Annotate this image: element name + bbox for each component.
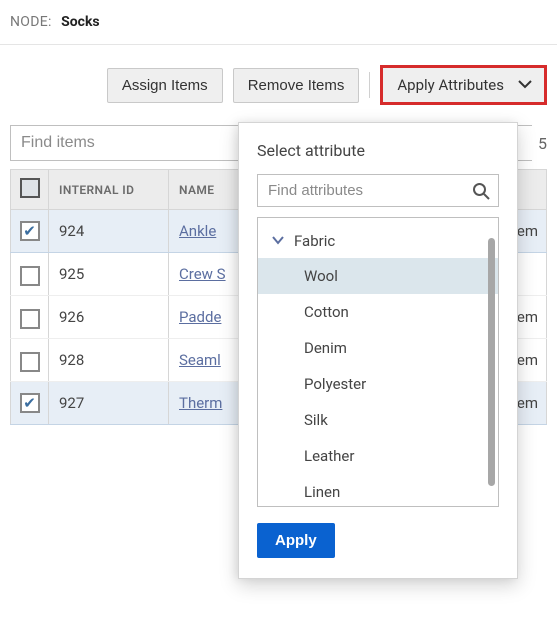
cell-right-trunc: em <box>517 308 538 326</box>
attribute-group[interactable]: Fabric <box>258 224 498 258</box>
row-checkbox-cell[interactable] <box>11 296 49 339</box>
row-checkbox[interactable] <box>20 352 40 372</box>
attribute-search-input[interactable] <box>266 181 472 200</box>
row-checkbox-cell[interactable] <box>11 382 49 425</box>
attribute-group-label: Fabric <box>294 232 335 250</box>
find-items-right-trunc: 5 <box>532 125 547 161</box>
col-internal-id[interactable]: INTERNAL ID <box>49 170 169 210</box>
item-name-link[interactable]: Crew S <box>179 265 226 283</box>
attribute-option[interactable]: Polyester <box>258 366 498 402</box>
cell-internal-id: 926 <box>49 296 169 339</box>
attribute-tree: Fabric WoolCottonDenimPolyesterSilkLeath… <box>257 217 499 507</box>
search-icon <box>472 182 490 200</box>
row-checkbox[interactable] <box>20 393 40 413</box>
attribute-option[interactable]: Silk <box>258 402 498 438</box>
toolbar: Assign Items Remove Items Apply Attribut… <box>0 45 557 125</box>
cell-right-trunc: em <box>517 394 538 412</box>
row-checkbox[interactable] <box>20 266 40 286</box>
row-checkbox-cell[interactable] <box>11 210 49 253</box>
attribute-option[interactable]: Denim <box>258 330 498 366</box>
popover-title: Select attribute <box>257 141 499 160</box>
row-checkbox-cell[interactable] <box>11 253 49 296</box>
apply-attributes-dropdown[interactable]: Apply Attributes <box>380 65 547 105</box>
select-all-header[interactable] <box>11 170 49 210</box>
attribute-option[interactable]: Cotton <box>258 294 498 330</box>
attribute-search[interactable] <box>257 174 499 207</box>
item-name-link[interactable]: Padde <box>179 308 221 326</box>
assign-items-button[interactable]: Assign Items <box>107 68 223 103</box>
row-checkbox[interactable] <box>20 309 40 329</box>
apply-attributes-popover: Select attribute Fabric WoolCottonDenimP… <box>238 122 518 579</box>
item-name-link[interactable]: Seaml <box>179 351 221 369</box>
select-all-checkbox[interactable] <box>20 178 40 198</box>
cell-internal-id: 928 <box>49 339 169 382</box>
cell-internal-id: 925 <box>49 253 169 296</box>
scrollbar[interactable] <box>488 238 495 486</box>
cell-internal-id: 924 <box>49 210 169 253</box>
attribute-option[interactable]: Leather <box>258 438 498 474</box>
apply-attributes-label: Apply Attributes <box>397 76 504 94</box>
node-title: Socks <box>61 14 100 30</box>
item-name-link[interactable]: Ankle <box>179 222 216 240</box>
node-label: NODE: <box>10 14 52 30</box>
attribute-tree-list: Fabric WoolCottonDenimPolyesterSilkLeath… <box>258 218 498 507</box>
chevron-down-icon <box>518 78 532 93</box>
apply-button[interactable]: Apply <box>257 523 335 558</box>
page-header: NODE: Socks <box>0 0 557 45</box>
cell-right-trunc: em <box>517 222 538 240</box>
chevron-down-icon <box>272 234 284 248</box>
row-checkbox-cell[interactable] <box>11 339 49 382</box>
cell-right-trunc: em <box>517 351 538 369</box>
attribute-option[interactable]: Wool <box>258 258 498 294</box>
remove-items-button[interactable]: Remove Items <box>233 68 360 103</box>
row-checkbox[interactable] <box>20 221 40 241</box>
toolbar-divider <box>369 72 370 98</box>
item-name-link[interactable]: Therm <box>179 394 222 412</box>
attribute-option[interactable]: Linen <box>258 474 498 507</box>
cell-internal-id: 927 <box>49 382 169 425</box>
